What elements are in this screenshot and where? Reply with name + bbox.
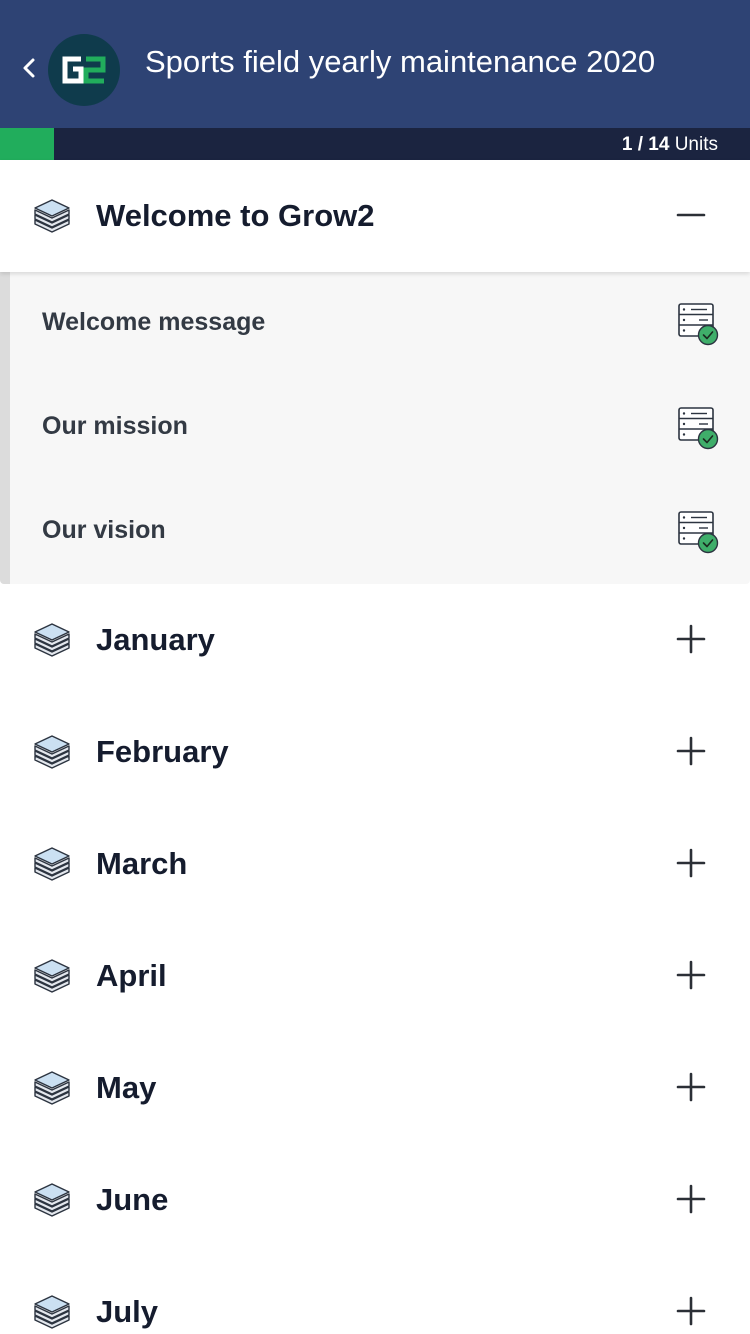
section-title: January bbox=[96, 622, 215, 657]
layers-icon bbox=[32, 622, 72, 658]
progress-total: 14 bbox=[648, 134, 670, 155]
lesson-item-our-vision[interactable]: Our vision bbox=[10, 480, 750, 584]
progress-fill bbox=[0, 128, 54, 160]
plus-icon[interactable] bbox=[674, 622, 708, 656]
section-april[interactable]: April bbox=[0, 920, 750, 1032]
lesson-item-welcome-message[interactable]: Welcome message bbox=[10, 272, 750, 376]
plus-icon[interactable] bbox=[674, 1070, 708, 1104]
section-title: May bbox=[96, 1070, 157, 1105]
lesson-item-our-mission[interactable]: Our mission bbox=[10, 376, 750, 480]
g2-logo-icon bbox=[62, 56, 106, 84]
section-title: June bbox=[96, 1182, 169, 1217]
progress-unit-label: Units bbox=[674, 134, 718, 155]
section-june[interactable]: June bbox=[0, 1144, 750, 1256]
lesson-list: Welcome message Our mission Our vision bbox=[0, 272, 750, 584]
section-title: Welcome to Grow2 bbox=[96, 198, 375, 233]
progress-separator: / bbox=[637, 134, 643, 155]
plus-icon[interactable] bbox=[674, 846, 708, 880]
section-title: February bbox=[96, 734, 229, 769]
section-february[interactable]: February bbox=[0, 696, 750, 808]
section-title: April bbox=[96, 958, 167, 993]
section-july[interactable]: July bbox=[0, 1256, 750, 1334]
minus-icon[interactable] bbox=[674, 198, 708, 232]
plus-icon[interactable] bbox=[674, 958, 708, 992]
layers-icon bbox=[32, 1070, 72, 1106]
completed-document-icon bbox=[677, 510, 721, 554]
layers-icon bbox=[32, 846, 72, 882]
plus-icon[interactable] bbox=[674, 734, 708, 768]
app-logo bbox=[48, 34, 120, 106]
layers-icon bbox=[32, 1294, 72, 1330]
lesson-label: Welcome message bbox=[42, 308, 266, 336]
layers-icon bbox=[32, 198, 72, 234]
section-welcome-to-grow2[interactable]: Welcome to Grow2 bbox=[0, 160, 750, 272]
layers-icon bbox=[32, 1182, 72, 1218]
plus-icon[interactable] bbox=[674, 1294, 708, 1328]
completed-document-icon bbox=[677, 406, 721, 450]
progress-label: 1 / 14 Units bbox=[622, 134, 718, 156]
section-title: July bbox=[96, 1294, 159, 1329]
completed-document-icon bbox=[677, 302, 721, 346]
page-title: Sports field yearly maintenance 2020 bbox=[145, 44, 656, 79]
back-button[interactable] bbox=[14, 50, 44, 86]
app-header: Sports field yearly maintenance 2020 bbox=[0, 0, 750, 128]
section-march[interactable]: March bbox=[0, 808, 750, 920]
lesson-label: Our vision bbox=[42, 516, 166, 544]
section-may[interactable]: May bbox=[0, 1032, 750, 1144]
chevron-left-icon bbox=[23, 58, 35, 78]
progress-current: 1 bbox=[621, 134, 633, 155]
units-progress-bar: 1 / 14 Units bbox=[0, 128, 750, 160]
plus-icon[interactable] bbox=[674, 1182, 708, 1216]
section-january[interactable]: January bbox=[0, 584, 750, 696]
lesson-label: Our mission bbox=[42, 412, 188, 440]
section-title: March bbox=[96, 846, 188, 881]
layers-icon bbox=[32, 958, 72, 994]
layers-icon bbox=[32, 734, 72, 770]
